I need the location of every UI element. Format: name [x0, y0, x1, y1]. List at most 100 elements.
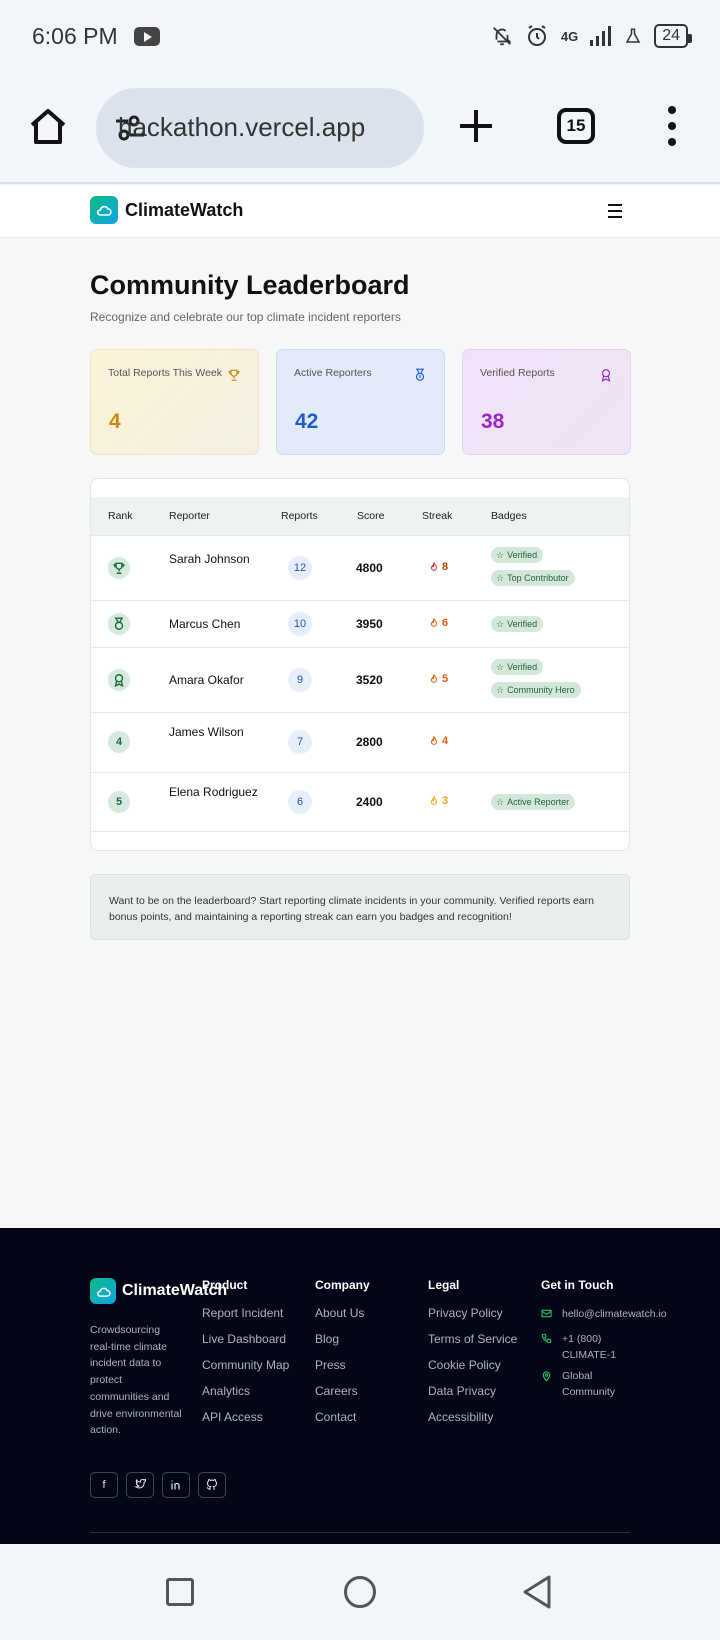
score-value: 3950	[356, 617, 383, 631]
table-row[interactable]: 5 Elena Rodriguez 6 2400 3 ☆ Active Repor…	[91, 772, 629, 831]
footer-link[interactable]: Live Dashboard	[202, 1331, 289, 1348]
rank-medal-icon	[108, 613, 130, 635]
site-footer: ClimateWatch Crowdsourcing real-time cli…	[0, 1228, 720, 1544]
tab-switcher-button[interactable]: 15	[557, 108, 595, 144]
score-value: 2400	[356, 795, 383, 809]
info-callout: Want to be on the leaderboard? Start rep…	[90, 874, 630, 940]
score-value: 2800	[356, 735, 383, 749]
new-tab-icon[interactable]	[456, 106, 496, 146]
table-row[interactable]: Amara Okafor 9 3520 5 ☆ Verified ☆ Communi…	[91, 647, 629, 712]
stat-label: Total Reports This Week	[108, 367, 222, 379]
streak-value: 3	[429, 795, 448, 807]
recents-button[interactable]	[166, 1578, 194, 1606]
contact-phone[interactable]: +1 (800) CLIMATE-1	[541, 1331, 631, 1363]
reports-count: 10	[288, 612, 312, 636]
linkedin-icon[interactable]	[162, 1472, 190, 1498]
reporter-name: James Wilson	[169, 725, 244, 739]
footer-link[interactable]: Blog	[315, 1331, 370, 1348]
rank-number: 4	[108, 731, 130, 753]
browser-menu-button[interactable]	[662, 106, 682, 146]
table-divider	[91, 831, 629, 832]
star-icon: ☆	[496, 796, 505, 807]
home-button[interactable]	[344, 1576, 376, 1608]
header-reports: Reports	[281, 510, 318, 522]
facebook-icon[interactable]: f	[90, 1472, 118, 1498]
cloud-icon	[90, 1278, 116, 1304]
footer-link[interactable]: Careers	[315, 1383, 370, 1400]
badge-verified: ☆ Verified	[491, 659, 544, 675]
badge-verified: ☆ Verified	[491, 616, 544, 632]
mail-icon	[541, 1309, 552, 1318]
network-type: 4G	[560, 28, 579, 44]
footer-link[interactable]: Community Map	[202, 1357, 289, 1374]
footer-column-company: Company About Us Blog Press Careers Cont…	[315, 1278, 370, 1435]
reports-count: 6	[288, 790, 312, 814]
footer-link[interactable]: Report Incident	[202, 1305, 289, 1322]
footer-column-product: Product Report Incident Live Dashboard C…	[202, 1278, 289, 1435]
header-reporter: Reporter	[169, 510, 210, 522]
stat-card-verified-reports: Verified Reports 38	[462, 349, 631, 455]
twitter-icon[interactable]	[126, 1472, 154, 1498]
header-rank: Rank	[108, 510, 133, 522]
streak-number: 4	[442, 735, 449, 747]
footer-link[interactable]: Accessibility	[428, 1409, 518, 1426]
flask-icon	[625, 28, 641, 43]
streak-value: 4	[429, 735, 448, 747]
home-icon[interactable]	[28, 106, 68, 146]
streak-number: 8	[442, 561, 449, 573]
site-logo[interactable]: ClimateWatch	[90, 196, 243, 224]
github-icon[interactable]	[198, 1472, 226, 1498]
footer-link[interactable]: Analytics	[202, 1383, 289, 1400]
rank-award-icon	[108, 669, 130, 691]
stat-value: 38	[481, 410, 505, 433]
star-icon: ☆	[496, 549, 505, 560]
stat-label: Active Reporters	[294, 367, 372, 379]
stat-label: Verified Reports	[480, 367, 555, 379]
flame-icon	[430, 735, 438, 745]
footer-heading: Get in Touch	[541, 1278, 614, 1292]
star-icon: ☆	[496, 618, 505, 629]
map-pin-icon	[542, 1371, 551, 1382]
reports-count: 9	[288, 668, 312, 692]
rank-trophy-icon	[108, 557, 130, 579]
streak-number: 6	[442, 617, 449, 629]
flame-icon	[430, 795, 438, 805]
flame-icon	[430, 561, 438, 571]
footer-divider	[90, 1532, 630, 1533]
table-row[interactable]: Sarah Johnson 12 4800 8 ☆ Verified ☆ Top C…	[91, 535, 629, 600]
contact-location: Global Community	[541, 1368, 631, 1400]
footer-heading: Company	[315, 1278, 370, 1292]
footer-link[interactable]: Terms of Service	[428, 1331, 518, 1348]
footer-link[interactable]: Privacy Policy	[428, 1305, 518, 1322]
alarm-icon	[527, 25, 546, 46]
streak-number: 5	[442, 673, 449, 685]
table-header: Rank Reporter Reports Score Streak Badge…	[91, 497, 629, 535]
hamburger-menu-icon[interactable]	[608, 204, 622, 218]
header-score: Score	[357, 510, 385, 522]
rank-number: 5	[108, 791, 130, 813]
site-header: ClimateWatch	[0, 186, 720, 238]
address-bar[interactable]: hackathon.vercel.app	[96, 88, 424, 168]
footer-link[interactable]: About Us	[315, 1305, 370, 1322]
medal-icon	[415, 368, 425, 381]
contact-email[interactable]: hello@climatewatch.io	[541, 1306, 667, 1322]
footer-link[interactable]: Press	[315, 1357, 370, 1374]
reporter-name: Sarah Johnson	[169, 552, 250, 566]
footer-link[interactable]: Data Privacy	[428, 1383, 518, 1400]
streak-number: 3	[442, 795, 449, 807]
header-badges: Badges	[491, 510, 527, 522]
footer-link[interactable]: Cookie Policy	[428, 1357, 518, 1374]
reporter-name: Elena Rodriguez	[169, 785, 258, 799]
footer-link[interactable]: Contact	[315, 1409, 370, 1426]
notifications-off-icon	[492, 27, 512, 46]
leaderboard-table: Rank Reporter Reports Score Streak Badge…	[90, 478, 630, 851]
back-icon[interactable]	[522, 1575, 552, 1609]
system-navigation-bar	[0, 1544, 720, 1640]
status-time: 6:06 PM	[32, 22, 118, 49]
status-bar: 6:06 PM 4G 24	[0, 0, 720, 72]
table-row[interactable]: Marcus Chen 10 3950 6 ☆ Verified	[91, 600, 629, 647]
star-icon: ☆	[496, 684, 505, 695]
footer-heading: Product	[202, 1278, 248, 1292]
footer-link[interactable]: API Access	[202, 1409, 289, 1426]
table-row[interactable]: 4 James Wilson 7 2800 4	[91, 712, 629, 772]
